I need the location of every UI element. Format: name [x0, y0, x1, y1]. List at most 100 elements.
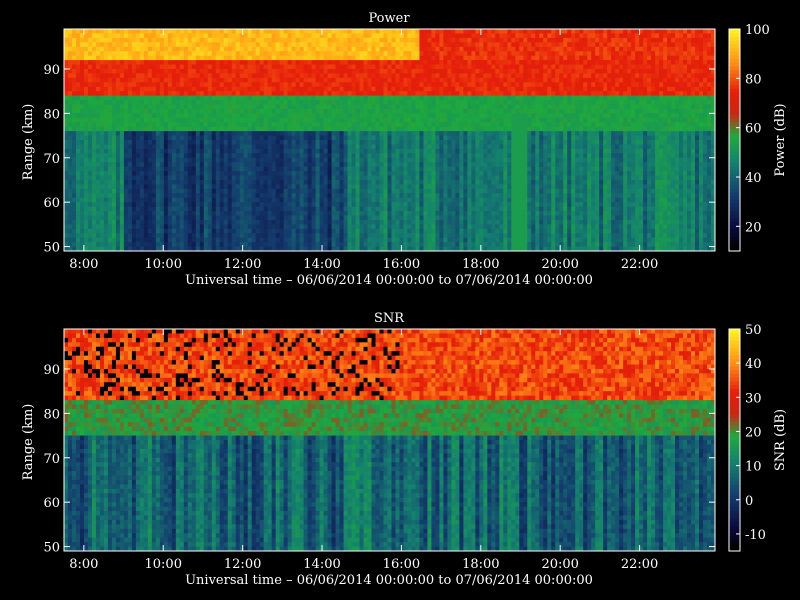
heatmap-cell [195, 91, 201, 96]
heatmap-cell [339, 162, 344, 168]
heatmap-cell [251, 144, 257, 150]
heatmap-cell [139, 29, 145, 34]
heatmap-cell [187, 193, 193, 199]
heatmap-cell [335, 219, 340, 225]
heatmap-cell [175, 55, 181, 61]
heatmap-cell [367, 228, 372, 234]
heatmap-cell [115, 68, 121, 74]
heatmap-cell [219, 117, 225, 123]
heatmap-cell [167, 171, 173, 176]
heatmap-cell [359, 219, 364, 225]
heatmap-cell [303, 202, 309, 207]
heatmap-cell [367, 162, 372, 168]
heatmap-cell [447, 117, 452, 123]
heatmap-cell [115, 242, 121, 247]
heatmap-cell [259, 171, 265, 176]
heatmap-cell [303, 237, 309, 243]
heatmap-cell [303, 135, 309, 141]
heatmap-cell [171, 228, 177, 234]
heatmap-cell [371, 100, 376, 105]
heatmap-cell [131, 126, 137, 132]
heatmap-cell [395, 73, 400, 79]
heatmap-cell [379, 228, 384, 234]
heatmap-cell [71, 117, 77, 123]
heatmap-cell [127, 131, 133, 136]
heatmap-cell [199, 64, 205, 70]
heatmap-cell [95, 197, 101, 203]
heatmap-cell [131, 228, 137, 234]
heatmap-cell [195, 144, 201, 150]
heatmap-cell [95, 179, 101, 185]
heatmap-cell [431, 64, 436, 70]
heatmap-cell [183, 113, 189, 119]
heatmap-cell [451, 166, 456, 172]
heatmap-cell [439, 219, 444, 225]
heatmap-cell [311, 135, 317, 141]
heatmap-cell [447, 131, 452, 136]
heatmap-cell [275, 100, 281, 105]
heatmap-cell [171, 126, 177, 132]
heatmap-cell [259, 51, 265, 57]
heatmap-cell [343, 60, 348, 65]
heatmap-cell [267, 104, 273, 110]
heatmap-cell [199, 153, 205, 159]
heatmap-cell [215, 237, 221, 243]
heatmap-cell [363, 55, 368, 61]
heatmap-cell [227, 68, 233, 74]
heatmap-cell [179, 95, 185, 101]
heatmap-cell [311, 219, 317, 225]
heatmap-cell [419, 55, 424, 61]
heatmap-cell [199, 37, 205, 43]
heatmap-cell [83, 166, 89, 172]
heatmap-cell [351, 242, 356, 247]
heatmap-cell [159, 131, 165, 136]
heatmap-cell [395, 122, 400, 128]
heatmap-cell [287, 46, 293, 52]
heatmap-cell [311, 148, 317, 154]
heatmap-cell [427, 242, 432, 247]
heatmap-cell [119, 148, 125, 154]
heatmap-cell [191, 60, 197, 65]
heatmap-cell [203, 82, 209, 88]
heatmap-cell [151, 179, 157, 185]
heatmap-cell [359, 55, 364, 61]
heatmap-cell [355, 237, 360, 243]
heatmap-cell [247, 144, 253, 150]
heatmap-cell [303, 68, 309, 74]
heatmap-cell [359, 73, 364, 79]
heatmap-cell [327, 86, 332, 92]
heatmap-cell [227, 144, 233, 150]
heatmap-cell [263, 228, 269, 234]
heatmap-cell [151, 171, 157, 176]
heatmap-cell [323, 202, 328, 207]
heatmap-cell [64, 68, 69, 74]
heatmap-cell [355, 131, 360, 136]
heatmap-cell [307, 184, 313, 190]
heatmap-cell [319, 157, 324, 163]
heatmap-cell [455, 91, 460, 96]
heatmap-cell [71, 193, 77, 199]
heatmap-cell [99, 73, 105, 79]
heatmap-cell [95, 202, 101, 207]
heatmap-cell [343, 179, 348, 185]
heatmap-cell [315, 91, 320, 96]
heatmap-cell [323, 37, 328, 43]
heatmap-cell [123, 104, 129, 110]
heatmap-cell [431, 175, 436, 181]
heatmap-cell [307, 215, 313, 221]
heatmap-cell [411, 33, 416, 39]
heatmap-cell [343, 233, 348, 239]
heatmap-cell [451, 46, 456, 52]
heatmap-cell [211, 144, 217, 150]
heatmap-cell [107, 29, 113, 34]
heatmap-cell [111, 211, 117, 216]
heatmap-cell [231, 68, 237, 74]
heatmap-cell [399, 100, 404, 105]
heatmap-cell [247, 224, 253, 230]
heatmap-cell [291, 148, 297, 154]
heatmap-cell [299, 91, 305, 96]
heatmap-cell [75, 144, 81, 150]
heatmap-cell [231, 175, 237, 181]
heatmap-cell [375, 46, 380, 52]
heatmap-cell [83, 100, 89, 105]
